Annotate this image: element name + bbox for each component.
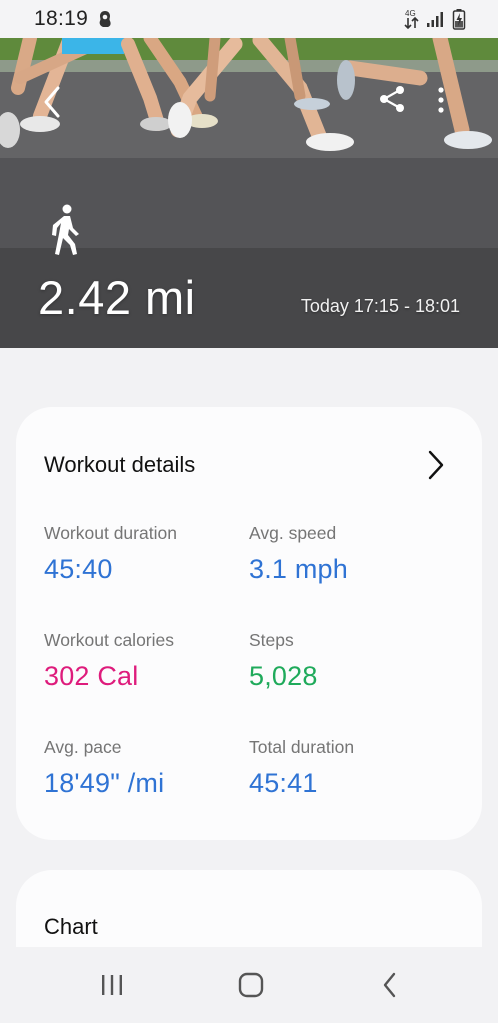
workout-details-title: Workout details (44, 452, 196, 477)
home-icon (238, 972, 264, 998)
back-button[interactable] (370, 969, 410, 1001)
stat-label: Workout calories (44, 630, 175, 650)
status-time: 18:19 (34, 7, 89, 30)
status-icons: 4G (404, 8, 466, 30)
back-arrow-icon[interactable] (38, 84, 68, 120)
stat-avg-speed: Avg. speed 3.1 mph (249, 523, 348, 585)
share-icon[interactable] (378, 84, 406, 114)
more-options-icon[interactable] (434, 84, 448, 116)
stat-value: 3.1 mph (249, 554, 348, 584)
stat-label: Steps (249, 630, 294, 650)
battery-charging-icon (452, 9, 466, 30)
hero-banner: 2.42 mi Today 17:15 - 18:01 (0, 38, 498, 348)
stat-total-duration: Total duration 45:41 (249, 737, 354, 799)
back-icon (383, 972, 396, 998)
svg-text:4G: 4G (405, 9, 416, 18)
workout-details-card[interactable]: Workout details Workout duration 45:40 A… (16, 407, 482, 840)
stat-value: 18'49" /mi (44, 768, 165, 798)
workout-time-range: Today 17:15 - 18:01 (300, 296, 460, 316)
stat-workout-calories: Workout calories 302 Cal (44, 630, 174, 692)
stat-label: Total duration (249, 737, 355, 757)
stat-label: Avg. speed (249, 523, 337, 543)
stat-avg-pace: Avg. pace 18'49" /mi (44, 737, 164, 799)
status-bar: 18:19 4G (0, 0, 498, 38)
stat-label: Avg. pace (44, 737, 122, 757)
signal-icon (427, 12, 443, 27)
home-button[interactable] (231, 969, 271, 1001)
stat-value: 302 Cal (44, 661, 139, 691)
stat-value: 45:41 (249, 768, 318, 798)
recent-apps-icon (102, 975, 122, 995)
data-transfer-icon: 4G (404, 9, 419, 30)
chevron-right-icon[interactable] (426, 449, 446, 481)
app-notification-icon (99, 11, 111, 27)
screen: 18:19 4G 2.42 mi Today 17:15 - 18:01 Wor… (0, 0, 498, 1023)
recent-apps-button[interactable] (92, 969, 132, 1001)
distance-value: 2.42 mi (38, 271, 196, 324)
stat-steps: Steps 5,028 (249, 630, 318, 692)
stat-workout-duration: Workout duration 45:40 (44, 523, 177, 585)
chart-title: Chart (44, 914, 98, 939)
walking-person-icon (52, 204, 79, 255)
stat-value: 45:40 (44, 554, 113, 584)
navigation-bar (0, 947, 498, 1023)
stat-value: 5,028 (249, 661, 318, 691)
stat-label: Workout duration (44, 523, 177, 543)
